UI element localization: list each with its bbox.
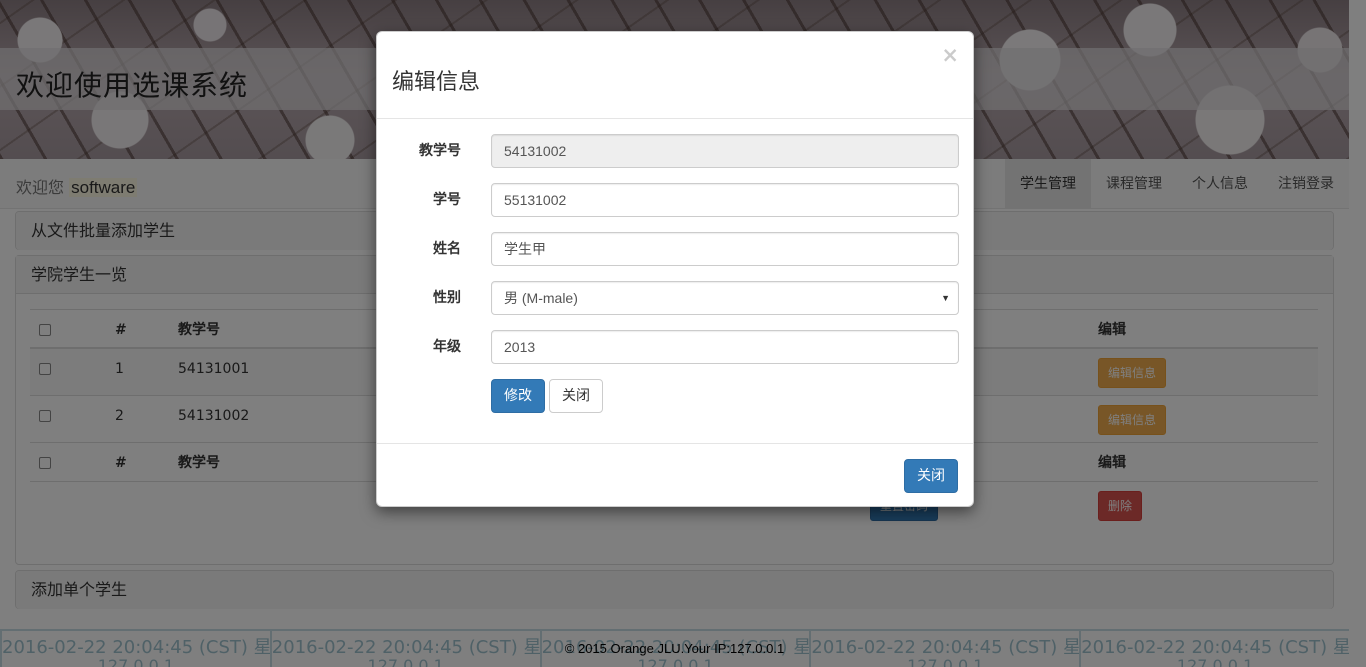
name-field[interactable]: 学生甲 [491, 232, 959, 266]
gender-selected-value: 男 (M-male) [504, 290, 578, 306]
modal-footer: 关闭 [377, 443, 973, 507]
form-row-grade: 年级 2013 [377, 330, 973, 364]
modal-header: 编辑信息 × [377, 32, 973, 119]
edit-info-modal: 编辑信息 × 教学号 54131002 学号 55131002 姓名 学生甲 性… [376, 31, 974, 507]
grade-label: 年级 [433, 339, 461, 355]
caret-down-icon: ▼ [941, 293, 950, 303]
student-no-field[interactable]: 55131002 [491, 183, 959, 217]
form-close-button[interactable]: 关闭 [549, 379, 603, 413]
student-no-label: 学号 [433, 192, 461, 208]
name-label: 姓名 [433, 241, 461, 257]
footer-close-button[interactable]: 关闭 [904, 459, 958, 493]
grade-field[interactable]: 2013 [491, 330, 959, 364]
form-row-student-no: 学号 55131002 [377, 183, 973, 217]
modify-button[interactable]: 修改 [491, 379, 545, 413]
form-row-gender: 性别 男 (M-male) ▼ [377, 281, 973, 315]
form-row-name: 姓名 学生甲 [377, 232, 973, 266]
form-row-teaching-no: 教学号 54131002 [377, 134, 973, 168]
close-icon[interactable]: × [941, 44, 959, 66]
gender-label: 性别 [433, 290, 461, 306]
modal-title: 编辑信息 [392, 70, 481, 95]
teaching-no-field: 54131002 [491, 134, 959, 168]
teaching-no-label: 教学号 [419, 143, 461, 159]
gender-select[interactable]: 男 (M-male) ▼ [491, 281, 959, 315]
